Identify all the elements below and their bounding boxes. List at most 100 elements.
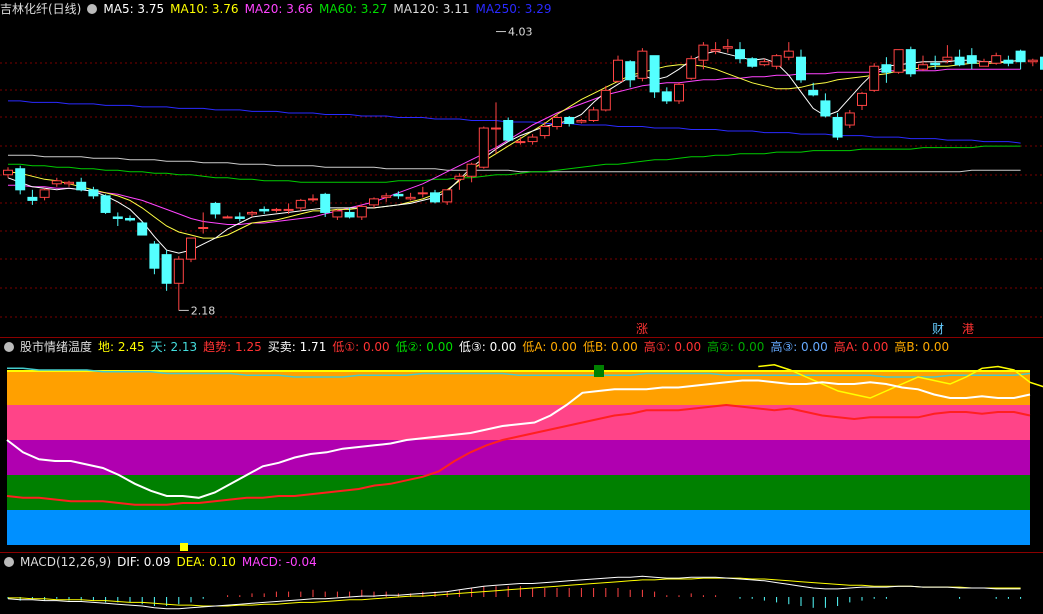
stock-title: 吉林化纤(日线) xyxy=(0,2,82,16)
candle-body xyxy=(527,136,538,143)
candle-body xyxy=(918,64,928,70)
candle-body xyxy=(991,55,1002,64)
candle-body xyxy=(186,237,196,260)
candle-body xyxy=(503,119,514,141)
event-marker-cai[interactable]: 财 xyxy=(932,322,944,336)
candle-body xyxy=(198,227,209,230)
candle-body xyxy=(1003,59,1014,64)
legend-value: DEA: 0.10 xyxy=(176,555,236,569)
candle-body xyxy=(649,55,660,93)
candle-body xyxy=(259,208,270,212)
candle-body xyxy=(466,163,477,177)
candle-body xyxy=(222,216,233,219)
macd-title: MACD(12,26,9) xyxy=(20,555,112,569)
candle-body xyxy=(125,217,135,221)
candle-body xyxy=(710,49,721,52)
kline-chart[interactable]: 4.03 2.18 xyxy=(0,0,1043,337)
legend-value: 高A: 0.00 xyxy=(833,340,889,354)
candle-body xyxy=(893,49,904,73)
sentiment-chart[interactable] xyxy=(0,338,1043,552)
candle-body xyxy=(64,181,74,185)
candle-body xyxy=(674,83,684,102)
candle-body xyxy=(698,44,709,61)
candle-body xyxy=(356,205,367,218)
candle-body xyxy=(832,116,843,138)
candle-body xyxy=(381,195,392,198)
candle-body xyxy=(39,189,50,198)
ma5-line xyxy=(7,50,1021,254)
candle-body xyxy=(344,211,355,218)
ma60-line xyxy=(8,145,1021,183)
candle-body xyxy=(51,180,62,185)
candle-body xyxy=(15,168,26,191)
candle-body xyxy=(149,243,160,269)
candle-body xyxy=(808,89,819,96)
candle-body xyxy=(576,119,587,123)
candle-body xyxy=(588,109,599,121)
macd-panel[interactable]: MACD(12,26,9) DIF: 0.09 DEA: 0.10 MACD: -0.… xyxy=(0,553,1043,614)
candle-body xyxy=(613,59,623,82)
candle-body xyxy=(393,193,404,197)
legend-value: MA5: 3.75 xyxy=(103,2,165,16)
legend-value: MA10: 3.76 xyxy=(170,2,239,16)
kline-panel[interactable]: 吉林化纤(日线) MA5: 3.75 MA10: 3.76 MA20: 3.66 MA6… xyxy=(0,0,1043,337)
candle-body xyxy=(405,196,416,200)
candle-body xyxy=(844,112,855,126)
legend-value: MA60: 3.27 xyxy=(319,2,388,16)
candle-body xyxy=(966,55,977,64)
legend-value: 高②: 0.00 xyxy=(707,340,765,354)
candle-body xyxy=(210,202,221,215)
legend-value: 买卖: 1.71 xyxy=(267,340,327,354)
event-marker-gang[interactable]: 港 xyxy=(962,322,974,336)
candle-body xyxy=(722,46,733,49)
candle-body xyxy=(905,49,916,75)
candle-body xyxy=(417,192,428,195)
candle-body xyxy=(930,62,941,66)
candle-body xyxy=(686,58,697,79)
dea-line xyxy=(8,577,1021,607)
candle-body xyxy=(76,181,87,191)
candle-body xyxy=(283,208,294,211)
candle-body xyxy=(564,116,575,125)
candle-body xyxy=(771,55,782,67)
signal-marker xyxy=(180,543,188,551)
ma20-line xyxy=(8,68,1021,225)
event-marker-zhang[interactable]: 涨 xyxy=(636,322,648,336)
candle-body xyxy=(271,208,282,211)
candle-body xyxy=(552,116,562,128)
candle-body xyxy=(539,126,550,137)
candle-body xyxy=(478,127,489,168)
candle-body xyxy=(515,141,526,144)
candle-body xyxy=(942,56,953,61)
indicator-toggle-icon[interactable] xyxy=(4,342,14,352)
signal-marker xyxy=(594,365,604,377)
candle-body xyxy=(332,210,343,218)
high-price-label: 4.03 xyxy=(508,26,533,39)
sentiment-band xyxy=(7,440,1030,475)
candle-body xyxy=(869,65,880,91)
candle-body xyxy=(796,56,806,81)
candle-body xyxy=(1027,59,1038,63)
candle-body xyxy=(1015,50,1026,63)
legend-value: 地: 2.45 xyxy=(98,340,145,354)
candle-body xyxy=(454,175,465,180)
settings-toggle-icon[interactable] xyxy=(87,4,98,14)
legend-value: 高B: 0.00 xyxy=(894,340,950,354)
candle-body xyxy=(954,56,965,66)
legend-value: 低A: 0.00 xyxy=(522,340,577,354)
candle-body xyxy=(747,58,758,67)
candle-body xyxy=(27,196,38,201)
sentiment-panel[interactable]: 股市情绪温度 地: 2.45 天: 2.13 趋势: 1.25 买卖: 1.71 低①: … xyxy=(0,338,1043,552)
candle-body xyxy=(857,92,867,106)
candle-body xyxy=(430,192,440,203)
legend-value: 高③: 0.00 xyxy=(770,340,828,354)
candle-body xyxy=(759,61,770,66)
candle-body xyxy=(320,193,331,213)
sentiment-header: 股市情绪温度 地: 2.45 天: 2.13 趋势: 1.25 买卖: 1.71 低①: … xyxy=(0,338,961,356)
candle-body xyxy=(820,100,831,117)
candle-body xyxy=(783,50,794,58)
indicator-toggle-icon[interactable] xyxy=(4,557,14,567)
candle-body xyxy=(600,89,611,111)
candle-body xyxy=(295,199,306,209)
ma120-line xyxy=(8,154,1021,173)
